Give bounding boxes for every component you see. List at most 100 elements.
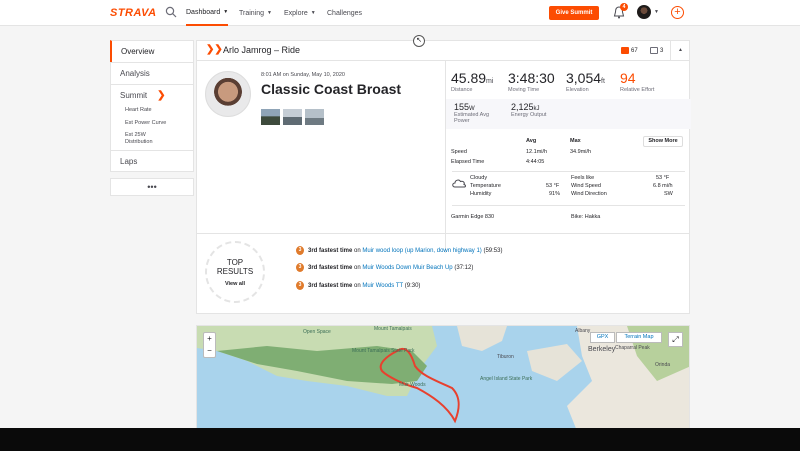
map-label: Chaparral Peak — [615, 345, 650, 351]
segment-link[interactable]: Muir Woods Down Muir Beach Up — [362, 265, 452, 271]
divider — [452, 205, 685, 206]
humidity-label: Humidity — [470, 191, 492, 197]
fullscreen-icon[interactable]: ⤢ — [668, 332, 683, 347]
wind-direction-value: SW — [664, 191, 673, 197]
gpx-button[interactable]: GPX — [590, 332, 615, 343]
sidebar-item-analysis[interactable]: Analysis — [110, 62, 194, 84]
map-label: Tiburon — [497, 354, 514, 360]
sidebar-subitem-distribution[interactable]: Distribution — [110, 138, 194, 150]
bronze-medal-icon: 3 — [296, 246, 304, 255]
stat-moving-time: 3:48:30 Moving Time — [508, 70, 555, 93]
activity-photo[interactable] — [261, 109, 280, 125]
mouse-cursor-icon: ↖ — [413, 35, 425, 47]
strava-logo[interactable]: STRAVA — [110, 7, 157, 19]
map-type-select[interactable]: Terrain Map — [616, 332, 662, 343]
athlete-avatar[interactable] — [205, 71, 251, 117]
comment-button[interactable]: 3 — [650, 47, 663, 54]
sidebar-item-summit[interactable]: Summit ❯ — [110, 84, 194, 106]
result-row: 3 3rd fastest time on Muir Woods Down Mu… — [296, 263, 473, 272]
sidebar-subitem-heart-rate[interactable]: Heart Rate — [110, 106, 194, 114]
search-icon[interactable] — [165, 6, 177, 18]
elapsed-label: Elapsed Time — [451, 159, 485, 165]
map-label: Muir Woods — [399, 382, 426, 388]
divider — [452, 171, 685, 172]
comment-icon — [650, 47, 658, 54]
user-avatar[interactable] — [637, 5, 651, 19]
max-header: Max — [570, 138, 581, 144]
activity-header-title: Arlo Jamrog – Ride — [223, 45, 301, 55]
result-row: 3 3rd fastest time on Muir Woods TT (9:3… — [296, 281, 420, 290]
upload-plus-icon[interactable]: + — [671, 6, 684, 19]
sidebar-subitem-power-curve[interactable]: Est Power Curve — [110, 113, 194, 126]
wind-direction-label: Wind Direction — [571, 191, 607, 197]
speed-avg: 12.1mi/h — [526, 149, 548, 155]
chevron-down-icon: ▼ — [267, 10, 272, 16]
activity-name: Classic Coast Broast — [261, 81, 402, 97]
nav-dashboard[interactable]: Dashboard ▼ — [186, 0, 229, 26]
segment-link[interactable]: Muir wood loop (up Marion, down highway … — [362, 248, 481, 254]
wind-speed-value: 6.8 mi/h — [653, 183, 673, 189]
divider — [197, 233, 689, 234]
elapsed-value: 4:44:05 — [526, 159, 545, 165]
map-label: Albany — [575, 328, 591, 334]
nav-training[interactable]: Training ▼ — [239, 0, 272, 26]
zoom-in-button[interactable]: + — [204, 333, 215, 345]
result-row: 3 3rd fastest time on Muir wood loop (up… — [296, 246, 502, 255]
cloud-icon — [452, 179, 466, 188]
speed-label: Speed — [451, 149, 467, 155]
avg-header: Avg — [526, 138, 537, 144]
map-label: Berkeley — [588, 346, 616, 353]
sidebar-item-overview[interactable]: Overview — [110, 40, 194, 62]
bottom-bar — [0, 428, 800, 451]
collapse-button[interactable]: ▲ — [670, 41, 690, 60]
stat-energy: 2,125kJ Energy Output — [511, 102, 547, 118]
stat-relative-effort[interactable]: 94 Relative Effort — [620, 70, 654, 93]
view-all-link[interactable]: View all — [207, 281, 263, 287]
nav-explore[interactable]: Explore ▼ — [284, 0, 316, 26]
segment-link[interactable]: Muir Woods TT — [362, 283, 403, 289]
route-map[interactable]: Open Space Mount Tamalpais Mount Tamalpa… — [196, 325, 690, 430]
top-navigation-bar: STRAVA Dashboard ▼ Training ▼ Explore ▼ Cha… — [0, 0, 800, 26]
bronze-medal-icon: 3 — [296, 281, 304, 290]
activity-sidebar: Overview Analysis Summit ❯ Heart Rate Est… — [110, 40, 194, 196]
stat-elevation: 3,054ft Elevation — [566, 70, 605, 93]
top-results-badge: TOP RESULTS View all — [205, 241, 265, 303]
feels-like-value: 53 °F — [656, 175, 670, 181]
device-name: Garmin Edge 830 — [451, 214, 495, 220]
feels-like-label: Feels like — [571, 175, 595, 181]
map-label: Mount Tamalpais State Park — [352, 348, 415, 354]
map-label: Open Space — [303, 329, 331, 335]
more-button[interactable]: ••• — [110, 178, 194, 196]
chevron-down-icon: ▼ — [310, 10, 316, 16]
temperature-value: 53 °F — [546, 183, 560, 189]
bronze-medal-icon: 3 — [296, 263, 304, 272]
sidebar-subitem-est-25w[interactable]: Est 25W — [110, 126, 194, 139]
chevron-down-icon[interactable]: ▼ — [654, 9, 659, 15]
humidity-value: 91% — [549, 191, 561, 197]
bike-name[interactable]: Bike: Hakka — [571, 214, 600, 220]
zoom-out-button[interactable]: − — [204, 345, 215, 357]
activity-header: ❯❯ Arlo Jamrog – Ride 67 3 ▲ — [197, 41, 689, 61]
stat-power: 155W Estimated Avg Power — [454, 102, 490, 124]
map-label: Angel Island State Park — [480, 376, 533, 382]
kudos-button[interactable]: 67 — [621, 47, 638, 54]
speed-max: 34.9mi/h — [570, 149, 592, 155]
stats-panel: 45.89mi Distance 3:48:30 Moving Time 3,0… — [445, 61, 691, 253]
notification-badge: 4 — [620, 3, 628, 11]
secondary-stats: 155W Estimated Avg Power 2,125kJ Energy … — [446, 99, 691, 129]
wind-speed-label: Wind Speed — [571, 183, 601, 189]
activity-photo[interactable] — [283, 109, 302, 125]
activity-photo[interactable] — [305, 109, 324, 125]
summit-chevron-icon: ❯❯ — [206, 44, 223, 55]
summit-chevron-icon: ❯ — [157, 90, 166, 101]
activity-card: ❯❯ Arlo Jamrog – Ride 67 3 ▲ 8:01 AM on … — [196, 40, 691, 314]
chevron-down-icon: ▼ — [223, 9, 229, 15]
nav-challenges[interactable]: Challenges — [327, 0, 362, 26]
show-more-button[interactable]: Show More — [643, 136, 683, 147]
give-summit-button[interactable]: Give Summit — [549, 6, 599, 20]
sidebar-item-laps[interactable]: Laps — [110, 150, 194, 172]
stat-distance: 45.89mi Distance — [451, 70, 494, 93]
thumbs-up-icon — [621, 47, 629, 54]
weather-condition: Cloudy — [470, 175, 488, 181]
map-label: Mount Tamalpais — [374, 326, 412, 332]
